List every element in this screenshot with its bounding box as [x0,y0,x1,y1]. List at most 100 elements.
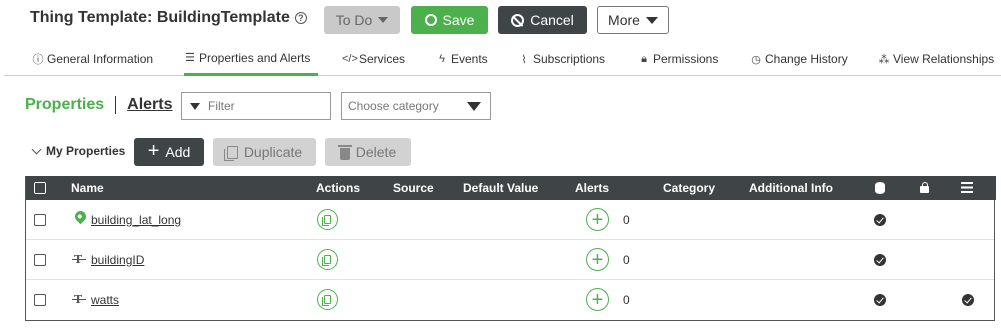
more-button[interactable]: More [597,6,669,34]
copy-icon [322,255,331,266]
row-checkbox[interactable] [34,254,46,266]
check-icon [874,254,886,266]
lock-icon: 🔒︎ [641,52,647,65]
tab-events[interactable]: ϟ Events [436,42,494,76]
table-row: building_lat_long + 0 [26,200,994,240]
divider [115,96,117,114]
add-alert-icon[interactable]: + [586,288,609,311]
copy-icon [322,295,331,306]
add-button[interactable]: + Add [134,138,204,166]
tab-general-information[interactable]: ⓘ General Information [32,42,157,76]
tab-label: View Relationships [893,52,995,66]
property-name-link[interactable]: buildingID [91,253,144,267]
tab-label: Change History [765,52,848,66]
column-header-alerts[interactable]: Alerts [575,176,609,200]
list-icon: ☰ [185,52,195,64]
tab-properties-and-alerts[interactable]: ☰ Properties and Alerts [184,42,318,76]
properties-table: Name Actions Source Default Value Alerts… [25,176,996,321]
tab-subscriptions[interactable]: ⌇ Subscriptions [518,42,612,76]
property-name-link[interactable]: watts [91,293,119,307]
add-alert-icon[interactable]: + [586,248,609,271]
cancel-label: Cancel [530,12,574,28]
duplicate-button[interactable]: Duplicate [213,138,316,166]
property-name-link[interactable]: building_lat_long [91,213,181,227]
section-nav: Properties Alerts [25,96,173,114]
delete-label: Delete [355,144,397,160]
tab-services[interactable]: </> Services [342,42,412,76]
table-row: T watts + 0 [26,280,994,320]
delete-button[interactable]: Delete [325,138,411,166]
duplicate-label: Duplicate [243,144,303,160]
alerts-link[interactable]: Alerts [127,96,172,114]
add-label: Add [165,144,191,160]
tab-label: Events [451,52,488,66]
column-header-actions: Actions [316,181,361,195]
todo-label: To Do [335,12,373,28]
circle-icon [424,14,437,26]
chevron-down-icon [31,144,42,154]
check-icon [962,294,974,306]
table-row: T buildingID + 0 [26,240,994,280]
lock-icon [920,182,929,193]
clock-icon: ◷ [751,53,761,66]
tab-change-history[interactable]: ◷ Change History [750,42,854,76]
filter-icon [190,102,200,110]
category-select[interactable]: Choose category [341,92,491,120]
alert-count: 0 [623,213,630,227]
tab-view-relationships[interactable]: ⁂ View Relationships [878,42,998,76]
hierarchy-icon: ⁂ [878,53,890,66]
code-icon: </> [342,53,358,65]
table-header: Name Actions Source Default Value Alerts… [26,176,996,200]
cancel-button[interactable]: Cancel [498,6,587,34]
alert-count: 0 [623,293,630,307]
duplicate-action-icon[interactable] [317,289,338,310]
database-icon [875,182,885,194]
header-bar: Thing Template: BuildingTemplate ? To Do… [0,0,1001,78]
caret-down-icon [467,102,481,111]
tab-bar: ⓘ General Information ☰ Properties and A… [4,42,1001,76]
select-all-checkbox[interactable] [34,182,46,194]
my-properties-label: My Properties [46,144,126,158]
tab-label: General Information [47,52,154,66]
help-icon[interactable]: ? [294,12,307,24]
cancel-icon [511,13,525,27]
filter-input[interactable]: Filter [181,92,331,120]
check-icon [874,294,886,306]
category-placeholder: Choose category [348,99,439,113]
info-icon: ⓘ [32,54,44,66]
more-label: More [608,12,640,28]
copy-icon [322,215,331,226]
properties-link[interactable]: Properties [25,96,104,114]
page-title: Thing Template: BuildingTemplate ? [30,9,307,27]
column-header-source[interactable]: Source [393,176,434,200]
tab-label: Subscriptions [533,52,606,66]
row-checkbox[interactable] [34,294,46,306]
save-label: Save [442,12,475,28]
tab-label: Properties and Alerts [199,50,311,65]
plus-icon: + [147,140,160,162]
list-icon [961,182,973,193]
column-header-name[interactable]: Name [71,176,104,200]
caret-down-icon [645,16,658,24]
tab-permissions[interactable]: 🔒︎ Permissions [638,42,724,76]
string-type-icon: T [71,293,87,306]
my-properties-toggle[interactable]: My Properties [31,144,126,158]
tab-label: Services [359,52,406,66]
column-header-additional-info[interactable]: Additional Info [749,176,833,200]
tab-label: Permissions [653,52,719,66]
add-alert-icon[interactable]: + [586,208,609,231]
column-header-default-value[interactable]: Default Value [463,176,538,200]
check-icon [874,214,886,226]
caret-down-icon [378,17,389,23]
duplicate-action-icon[interactable] [317,209,338,230]
trash-icon [337,144,352,160]
todo-button[interactable]: To Do [324,6,400,34]
column-header-category[interactable]: Category [663,176,715,200]
copy-icon [223,145,238,161]
rss-icon: ⌇ [521,53,527,66]
row-checkbox[interactable] [34,214,46,226]
page-title-text: Thing Template: BuildingTemplate [30,9,290,26]
save-button[interactable]: Save [411,6,488,34]
filter-placeholder: Filter [208,99,235,113]
duplicate-action-icon[interactable] [317,249,338,270]
